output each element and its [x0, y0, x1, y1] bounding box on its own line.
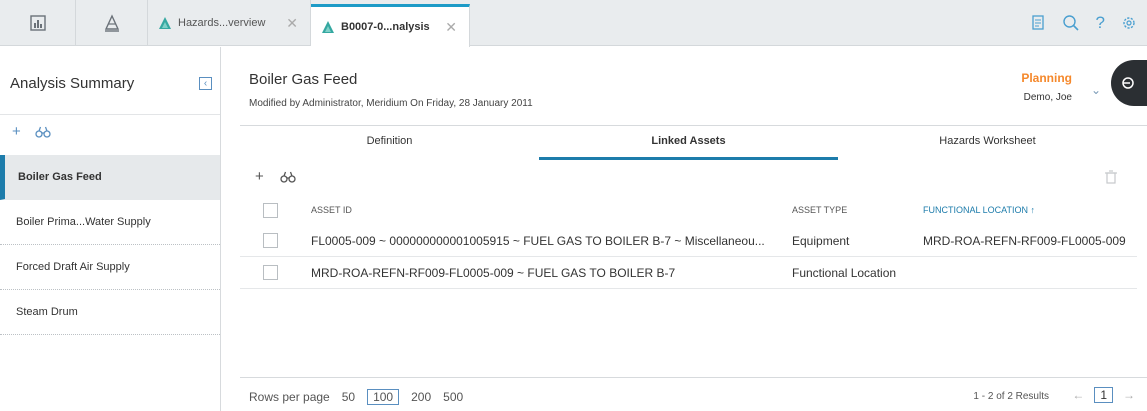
- tab-linked-assets[interactable]: Linked Assets: [539, 126, 838, 160]
- rows-per-page: Rows per page 50 100 200 500: [249, 389, 463, 405]
- tab-label: B0007-0...nalysis: [341, 21, 430, 33]
- tab-hazards-overview[interactable]: Hazards...verview ✕: [148, 0, 311, 46]
- list-item[interactable]: Boiler Gas Feed: [0, 155, 220, 200]
- prev-page-icon[interactable]: ←: [1072, 388, 1084, 402]
- panel-toolbar: +: [12, 123, 51, 140]
- list-item[interactable]: Boiler Prima...Water Supply: [0, 200, 220, 245]
- cell-functional-location: MRD-ROA-REFN-RF009-FL0005-009: [923, 233, 1126, 248]
- binoculars-icon[interactable]: [280, 171, 296, 185]
- tab-hazards-worksheet[interactable]: Hazards Worksheet: [838, 126, 1137, 160]
- divider: [0, 114, 220, 115]
- top-bar: Hazards...verview ✕ B0007-0...nalysis ✕ …: [0, 0, 1147, 47]
- state-owner: Demo, Joe: [1023, 92, 1072, 103]
- modified-info: Modified by Administrator, Meridium On F…: [249, 98, 533, 109]
- rows-option[interactable]: 50: [342, 390, 355, 404]
- close-icon[interactable]: ✕: [286, 15, 298, 32]
- column-header-functional-location[interactable]: FUNCTIONAL LOCATION ↑: [923, 205, 1035, 215]
- dashboard-button[interactable]: [0, 0, 76, 46]
- results-count: 1 - 2 of 2 Results: [973, 391, 1049, 402]
- rows-option[interactable]: 500: [443, 390, 463, 404]
- rows-per-page-label: Rows per page: [249, 390, 330, 404]
- panel-title: Analysis Summary: [10, 75, 135, 92]
- cell-asset-type: Functional Location: [792, 265, 897, 280]
- close-icon[interactable]: ✕: [445, 19, 457, 36]
- linked-assets-grid: ASSET ID ASSET TYPE FUNCTIONAL LOCATION …: [240, 195, 1137, 289]
- eye-toggle-icon: [1122, 77, 1134, 89]
- list-item[interactable]: Forced Draft Air Supply: [0, 245, 220, 290]
- settings-icon[interactable]: [1121, 15, 1137, 31]
- asset-hierarchy-button[interactable]: [76, 0, 148, 46]
- search-icon[interactable]: [1062, 14, 1080, 32]
- main-content: Boiler Gas Feed Modified by Administrato…: [222, 47, 1147, 411]
- chevron-down-icon[interactable]: ⌄: [1091, 83, 1101, 97]
- grid-footer: Rows per page 50 100 200 500 1 - 2 of 2 …: [240, 377, 1147, 411]
- select-all-checkbox[interactable]: [263, 202, 278, 218]
- cell-asset-type: Equipment: [792, 233, 850, 248]
- asset-hierarchy-icon: [104, 14, 119, 32]
- list-item[interactable]: Steam Drum: [0, 290, 220, 335]
- cell-asset-id[interactable]: FL0005-009 ~ 000000000001005915 ~ FUEL G…: [311, 234, 765, 248]
- table-row[interactable]: FL0005-009 ~ 000000000001005915 ~ FUEL G…: [240, 225, 1137, 257]
- analysis-summary-panel: Analysis Summary ‹ + Boiler Gas Feed Boi…: [0, 47, 221, 411]
- hazard-triangle-icon: [322, 21, 334, 33]
- tab-definition[interactable]: Definition: [240, 126, 539, 160]
- help-icon[interactable]: ?: [1096, 13, 1105, 33]
- grid-header-row: ASSET ID ASSET TYPE FUNCTIONAL LOCATION …: [240, 195, 1137, 225]
- column-header-asset-type[interactable]: ASSET TYPE: [792, 205, 847, 215]
- add-icon[interactable]: +: [255, 168, 264, 185]
- collapse-panel-button[interactable]: ‹: [199, 77, 212, 90]
- rows-option[interactable]: 200: [411, 390, 431, 404]
- tab-b0007-analysis[interactable]: B0007-0...nalysis ✕: [311, 4, 470, 47]
- next-page-icon[interactable]: →: [1123, 388, 1135, 402]
- rows-option-selected[interactable]: 100: [367, 389, 400, 405]
- tab-label: Hazards...verview: [178, 17, 266, 29]
- table-row[interactable]: MRD-ROA-REFN-RF009-FL0005-009 ~ FUEL GAS…: [240, 257, 1137, 289]
- grid-toolbar: +: [255, 168, 296, 185]
- side-panel-toggle-button[interactable]: [1111, 60, 1147, 106]
- page-title: Boiler Gas Feed: [249, 71, 358, 88]
- document-icon[interactable]: [1030, 15, 1046, 31]
- toolbar-right: ?: [1030, 0, 1137, 46]
- row-checkbox[interactable]: [263, 265, 278, 280]
- state-label[interactable]: Planning: [1021, 71, 1072, 85]
- pagination: ← 1 →: [1072, 387, 1135, 403]
- binoculars-icon[interactable]: [35, 126, 51, 140]
- tab-bar: Definition Linked Assets Hazards Workshe…: [240, 126, 1137, 160]
- hazard-triangle-icon: [159, 17, 171, 29]
- cell-asset-id[interactable]: MRD-ROA-REFN-RF009-FL0005-009 ~ FUEL GAS…: [311, 266, 675, 280]
- trash-icon[interactable]: [1105, 170, 1117, 184]
- page-number[interactable]: 1: [1094, 387, 1113, 403]
- column-header-asset-id[interactable]: ASSET ID: [311, 205, 352, 215]
- node-list: Boiler Gas Feed Boiler Prima...Water Sup…: [0, 155, 220, 335]
- dashboard-icon: [29, 15, 46, 31]
- row-checkbox[interactable]: [263, 233, 278, 248]
- add-icon[interactable]: +: [12, 123, 21, 140]
